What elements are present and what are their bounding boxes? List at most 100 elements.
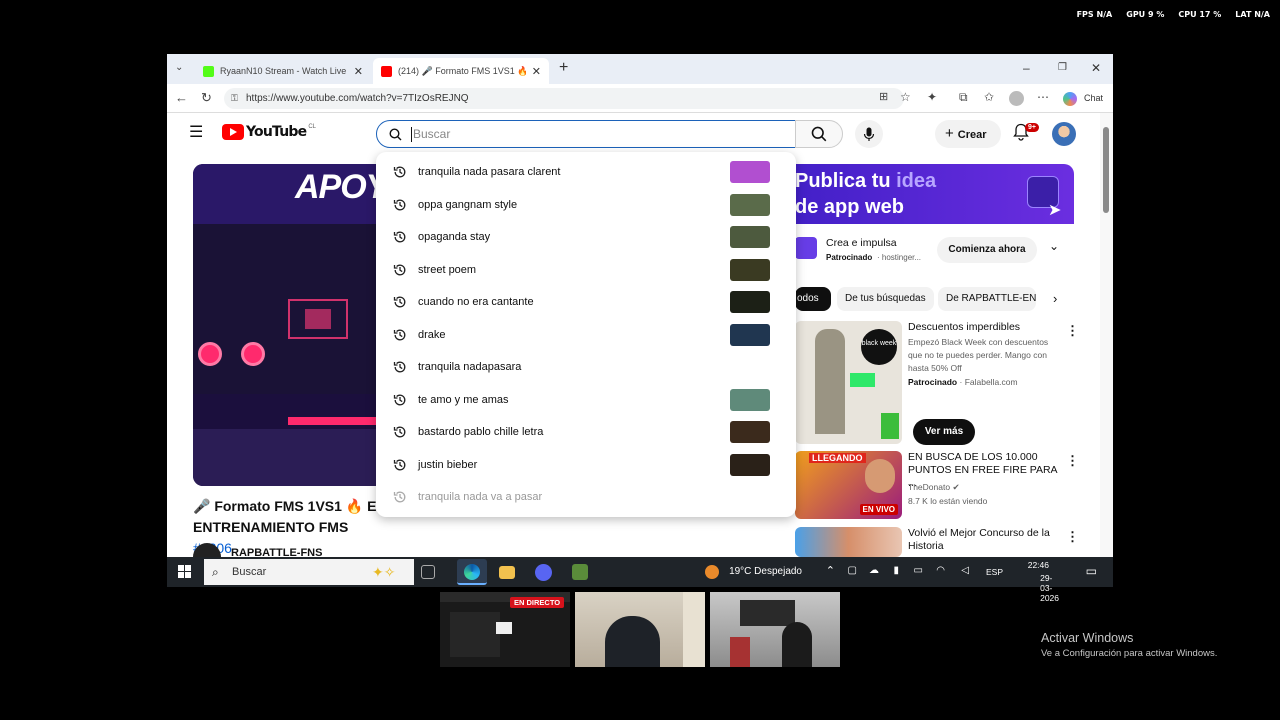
taskbar-search-label: Buscar (232, 566, 267, 578)
search-suggestion[interactable]: street poem (376, 254, 796, 286)
history-icon (393, 329, 406, 340)
performance-overlay: FPS N/A GPU 9 % CPU 17 % LAT N/A (1077, 10, 1270, 19)
minecraft-icon[interactable] (572, 564, 588, 580)
reload-icon[interactable]: ↻ (201, 90, 212, 106)
create-label: Crear (957, 129, 987, 141)
more-vert-icon[interactable]: ⋮ (1066, 529, 1079, 545)
filter-chips: odos De tus búsquedas De RAPBATTLE-EN › (795, 287, 1074, 313)
search-suggestion[interactable]: oppa gangnam style (376, 189, 796, 221)
notifications-icon[interactable]: ▭ (1086, 564, 1097, 578)
language-indicator[interactable]: ESP (986, 567, 1003, 577)
search-placeholder: Buscar (413, 127, 451, 141)
logo-text: YouTube (246, 124, 307, 140)
browser-window: ⌄ RyaanN10 Stream - Watch Live on ✕ (214… (167, 54, 1113, 557)
more-menu-icon[interactable]: ⋯ (1037, 90, 1049, 104)
chevron-right-icon[interactable]: › (1053, 291, 1057, 306)
related-video-item[interactable]: Volvió el Mejor Concurso de la Historia … (795, 527, 1079, 557)
search-suggestion[interactable]: drake (376, 319, 796, 351)
channel-name[interactable]: RAPBATTLE-FNS (231, 547, 322, 557)
tab-list-chevron-icon[interactable]: ⌄ (175, 62, 183, 73)
hamburger-menu-icon[interactable]: ☰ (189, 122, 203, 142)
copilot-icon[interactable] (1063, 92, 1077, 106)
clock-time[interactable]: 22:46 (1028, 560, 1049, 570)
hostinger-logo-icon (795, 237, 817, 259)
tab-kick-stream[interactable]: RyaanN10 Stream - Watch Live on ✕ (195, 58, 371, 84)
search-suggestion[interactable]: cuando no era cantante (376, 286, 796, 318)
search-suggestion[interactable]: bastardo pablo chille letra (376, 416, 796, 448)
chip-todos[interactable]: odos (795, 287, 831, 311)
tray-cloud-icon[interactable]: ☁ (869, 565, 879, 576)
back-arrow-icon[interactable]: ← (175, 90, 188, 105)
search-suggestion[interactable]: opaganda stay (376, 221, 796, 253)
search-button[interactable] (795, 120, 843, 148)
url-field[interactable]: ⚿ https://www.youtube.com/watch?v=7TIzOs… (224, 88, 904, 109)
video-player[interactable]: APOY (193, 164, 377, 486)
more-vert-icon[interactable]: ⋮ (1066, 323, 1079, 339)
task-view-icon[interactable] (421, 565, 435, 579)
chat-button[interactable]: Chat (1084, 93, 1103, 103)
windows-start-icon[interactable] (178, 565, 191, 578)
favorites-icon[interactable]: ✩ (984, 90, 994, 104)
search-suggestions-dropdown: tranquila nada pasara clarent oppa gangna… (376, 152, 796, 517)
chip-de-rapbattle[interactable]: De RAPBATTLE-EN (938, 287, 1036, 311)
search-suggestion[interactable]: te amo y me amas (376, 384, 796, 416)
profile-icon[interactable] (1009, 91, 1024, 106)
close-tab-icon[interactable]: ✕ (354, 65, 363, 78)
weather-text[interactable]: 19°C Despejado (729, 566, 802, 577)
suggestion-text: justin bieber (418, 458, 478, 471)
search-input[interactable]: Buscar (376, 120, 796, 148)
extensions-icon[interactable]: ✦ (927, 90, 937, 104)
taskbar-search[interactable]: ⌕ Buscar ✦✧ (204, 559, 414, 585)
tab-youtube-video[interactable]: (214) 🎤 Formato FMS 1VS1 🔥 Ba ✕ (373, 58, 549, 84)
search-suggestion[interactable]: justin bieber (376, 449, 796, 481)
comienza-ahora-button[interactable]: Comienza ahora (937, 237, 1037, 263)
site-info-icon[interactable]: ⚿ (231, 88, 238, 109)
close-tab-icon[interactable]: ✕ (532, 65, 541, 78)
clock-date[interactable]: 29-03-2026 (1040, 573, 1059, 603)
favorite-star-icon[interactable]: ☆ (900, 90, 911, 104)
volume-icon[interactable]: ◁ (961, 565, 969, 576)
file-explorer-icon[interactable] (499, 566, 515, 579)
weather-icon (705, 565, 719, 579)
chevron-down-icon[interactable]: ⌄ (1049, 239, 1059, 253)
search-icon (811, 126, 827, 142)
search-suggestion[interactable]: tranquila nada pasara clarent (376, 156, 796, 188)
activate-title: Activar Windows (1041, 631, 1134, 645)
related-video-item[interactable]: LLEGANDO EN VIVO EN BUSCA DE LOS 10.000 … (795, 451, 1079, 519)
more-vert-icon[interactable]: ⋮ (1066, 453, 1079, 469)
search-suggestion[interactable]: tranquila nadapasara (376, 351, 796, 383)
create-button[interactable]: + Crear (935, 120, 1001, 148)
suggestion-text: drake (418, 328, 446, 341)
avatar[interactable] (1052, 122, 1076, 146)
close-window-button[interactable]: ✕ (1091, 61, 1101, 75)
fps-readout: FPS N/A (1076, 10, 1113, 19)
scrollbar-thumb[interactable] (1103, 127, 1109, 213)
sponsor-domain: · hostinger... (877, 253, 922, 262)
url-text: https://www.youtube.com/watch?v=7TIzOsRE… (246, 93, 469, 104)
chip-de-tus-busquedas[interactable]: De tus búsquedas (837, 287, 934, 311)
youtube-page: ☰ YouTube CL Buscar +Crear 9+ APOY (167, 113, 1113, 557)
wifi-icon[interactable]: ◠ (936, 565, 945, 576)
usb-icon[interactable]: ▮ (893, 565, 899, 576)
read-aloud-icon[interactable]: ⊞ (879, 90, 888, 103)
related-ad-item[interactable]: black week Descuentos imperdibles Empezó… (795, 321, 1079, 446)
ad-banner[interactable]: Publica tu idea de app web ➤ (795, 164, 1074, 224)
sparkle-icon: ✦✧ (372, 564, 396, 580)
gpu-readout: GPU 9 % (1126, 10, 1165, 19)
battery-icon[interactable]: ▭ (914, 565, 923, 576)
live-badge: EN DIRECTO (510, 597, 565, 608)
minimize-button[interactable]: – (1023, 61, 1030, 75)
youtube-logo[interactable]: YouTube CL (222, 124, 316, 140)
voice-search-button[interactable] (855, 120, 883, 148)
search-suggestion[interactable]: tranquila nada va a pasar (376, 481, 796, 513)
new-tab-button[interactable]: + (559, 59, 568, 77)
show-hidden-icons-chevron-icon[interactable]: ⌃ (826, 564, 835, 577)
text-cursor (411, 127, 412, 142)
viewer-count: 8.7 K lo están viendo (908, 496, 988, 506)
split-screen-icon[interactable]: ⧉ (959, 90, 968, 105)
discord-icon[interactable] (535, 564, 552, 581)
tray-app-icon[interactable]: ▢ (848, 565, 857, 576)
ver-mas-button[interactable]: Ver más (913, 419, 975, 445)
page-scrollbar[interactable] (1100, 113, 1113, 557)
restore-button[interactable]: ❐ (1058, 62, 1067, 73)
